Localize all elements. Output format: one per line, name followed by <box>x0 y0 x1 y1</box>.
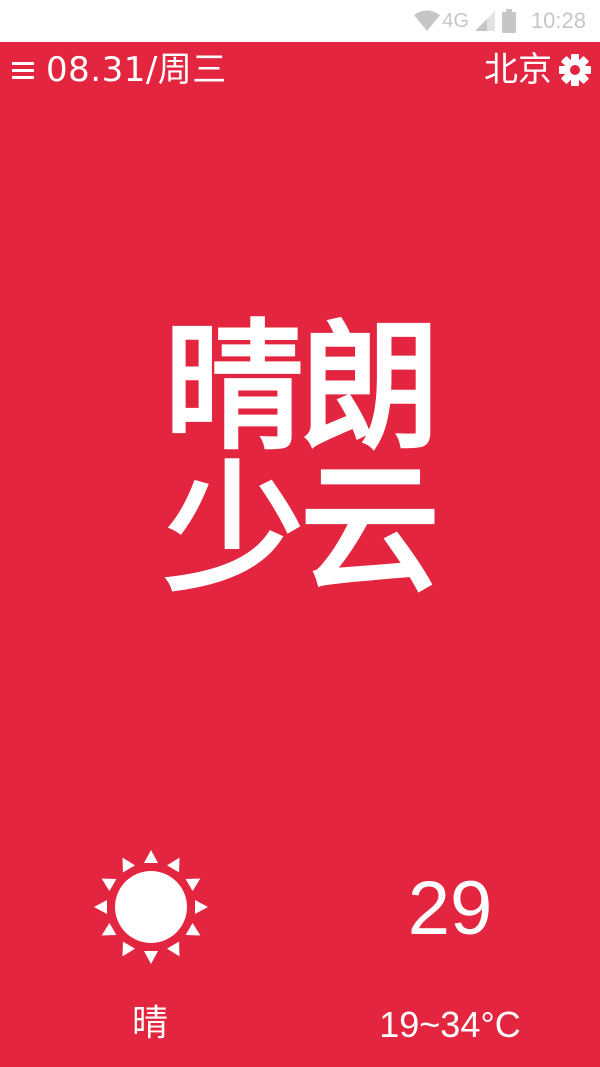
weather-description-line2: 少云 <box>163 449 440 612</box>
battery-icon <box>501 9 517 33</box>
cell-signal-icon <box>474 11 495 31</box>
sun-icon <box>92 848 210 966</box>
status-bar-right: 4G 10:28 <box>414 0 586 42</box>
status-time: 10:28 <box>530 8 586 33</box>
top-bar: 08.31/周三 北京 <box>0 42 600 100</box>
menu-icon[interactable] <box>12 58 36 82</box>
temperature-range: 19~34°C <box>379 1004 521 1045</box>
network-type: 4G <box>442 9 469 32</box>
weather-description-line1: 晴朗 <box>163 307 440 470</box>
gear-icon[interactable] <box>558 53 592 87</box>
weather-description: 晴朗 少云 <box>0 318 600 602</box>
city-selector[interactable]: 北京 <box>484 50 552 90</box>
date-label: 08.31/周三 <box>46 50 227 90</box>
current-temperature: 29 <box>407 866 493 951</box>
weather-screen: 4G 10:28 08.31/周三 北京 晴朗 少云 晴 29 19~34°C <box>0 0 600 1067</box>
wifi-icon <box>414 10 441 32</box>
status-bar: 4G 10:28 <box>0 0 600 42</box>
condition-label: 晴 <box>131 1003 168 1044</box>
